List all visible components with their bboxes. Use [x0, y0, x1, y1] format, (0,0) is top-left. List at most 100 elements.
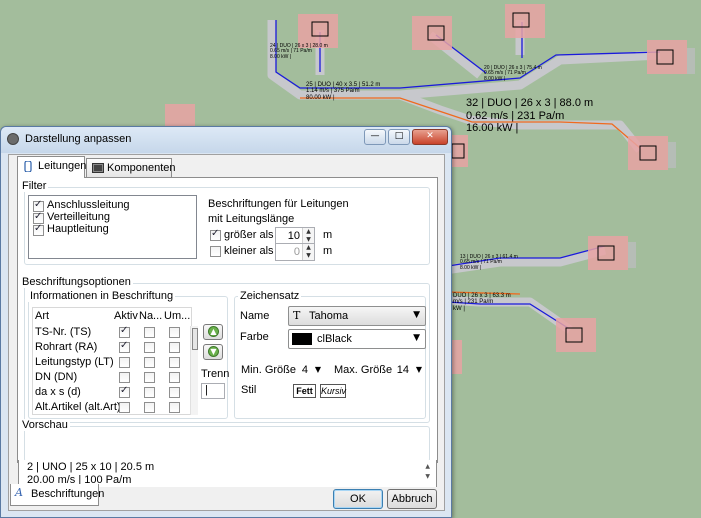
greater-than-checkbox[interactable]: [210, 228, 221, 241]
preview-line: 2 | UNO | 25 x 10 | 20.5 m: [27, 461, 155, 473]
maximize-button[interactable]: □: [388, 129, 410, 145]
font-name-select[interactable]: T Tahoma ▼: [288, 306, 426, 326]
table-row[interactable]: da x s (d): [33, 385, 188, 401]
row-art: Rohrart (RA): [35, 341, 98, 353]
chevron-down-icon: ▼: [413, 333, 420, 343]
list-scrollbar[interactable]: [190, 326, 198, 415]
scrollbar-thumb[interactable]: [192, 328, 198, 350]
preview-group: [24, 426, 430, 462]
smaller-than-value: 0: [293, 246, 300, 258]
filter-checkbox-hauptleitung[interactable]: [33, 223, 44, 236]
row-aktiv-checkbox[interactable]: [119, 402, 130, 413]
tab-beschriftungen[interactable]: A Beschriftungen: [10, 484, 104, 506]
row-aktiv-checkbox[interactable]: [119, 357, 130, 368]
row-um-checkbox[interactable]: [169, 327, 180, 338]
row-um-checkbox[interactable]: [169, 402, 180, 413]
smaller-than-unit: m: [323, 245, 333, 257]
color-swatch: [292, 333, 312, 345]
tab-label: Leitungen: [38, 160, 87, 172]
tab-label: Beschriftungen: [31, 488, 105, 500]
dialog-titlebar[interactable]: Darstellung anpassen — □ ✕: [1, 127, 451, 153]
filter-label: Hauptleitung: [47, 223, 109, 235]
app-icon: [7, 133, 19, 145]
row-na-checkbox[interactable]: [144, 372, 155, 383]
ok-button[interactable]: OK: [333, 489, 383, 509]
row-aktiv-checkbox[interactable]: [119, 325, 130, 338]
chevron-down-icon: ▼: [314, 365, 321, 374]
chevron-down-icon: ▼: [413, 310, 420, 320]
column-header-aktiv[interactable]: Aktiv: [114, 310, 138, 322]
row-aktiv-checkbox[interactable]: [119, 372, 130, 383]
greater-than-label: größer als: [224, 229, 274, 241]
dialog-client-area: Leitungen Komponenten Filter Anschlussle…: [8, 154, 445, 511]
row-um-checkbox[interactable]: [169, 387, 180, 398]
max-size-select[interactable]: 14 ▼: [389, 362, 425, 380]
font-name-value: Tahoma: [309, 310, 349, 322]
smaller-than-checkbox[interactable]: [210, 246, 221, 257]
pipe-label: 20 | DUO | 26 x 3 | 75.4 m 0.65 m/s | 71…: [484, 65, 542, 82]
move-up-button[interactable]: ▲: [203, 324, 223, 340]
row-um-checkbox[interactable]: [169, 357, 180, 368]
arrow-up-icon: ▲: [208, 326, 219, 337]
minimize-button[interactable]: —: [364, 129, 386, 145]
tab-page-leitungen: Filter Anschlussleitung Verteilleitung H…: [17, 177, 438, 463]
bold-button[interactable]: Fett: [293, 384, 316, 398]
row-aktiv-checkbox[interactable]: [119, 385, 130, 398]
preview-scroll-arrows-icon[interactable]: ▲ ▼: [425, 462, 430, 482]
pipe-label: 25 | DUO | 40 x 3.5 | 51.2 m 1.14 m/s | …: [306, 82, 381, 101]
row-um-checkbox[interactable]: [169, 372, 180, 383]
font-color-value: clBlack: [317, 333, 352, 345]
info-in-caption-title: Informationen in Beschriftung: [28, 290, 176, 302]
font-icon: T: [293, 309, 301, 322]
table-row[interactable]: TS-Nr. (TS): [33, 325, 188, 341]
row-art: TS-Nr. (TS): [35, 326, 92, 338]
row-art: Leitungstyp (LT): [35, 356, 114, 368]
row-art: Alt.Artikel (alt.Art): [35, 401, 121, 413]
column-header-na[interactable]: Na...: [139, 310, 162, 322]
pipe-icon: [24, 161, 32, 172]
column-header-um[interactable]: Um...: [164, 310, 190, 322]
min-size-select[interactable]: 4 ▼: [288, 362, 324, 380]
row-na-checkbox[interactable]: [144, 402, 155, 413]
cancel-button[interactable]: Abbruch: [387, 489, 437, 509]
filter-group-title: Filter: [20, 180, 49, 192]
max-size-label: Max. Größe: [334, 364, 393, 376]
font-color-label: Farbe: [240, 331, 269, 343]
separator-value: |: [205, 384, 208, 396]
font-name-label: Name: [240, 310, 270, 322]
filter-label: Anschlussleitung: [47, 199, 130, 211]
table-row[interactable]: Alt.Artikel (alt.Art): [33, 401, 188, 416]
spin-arrows-icon[interactable]: ▲ ▼: [302, 244, 314, 260]
smaller-than-label: kleiner als: [224, 245, 274, 257]
tab-label: Komponenten: [107, 162, 176, 174]
row-na-checkbox[interactable]: [144, 357, 155, 368]
row-na-checkbox[interactable]: [144, 387, 155, 398]
italic-button[interactable]: Kursiv: [320, 384, 346, 398]
tab-komponenten[interactable]: Komponenten: [86, 158, 176, 178]
caption-icon: A: [15, 486, 23, 499]
table-row[interactable]: Rohrart (RA): [33, 340, 188, 356]
spin-arrows-icon[interactable]: ▲ ▼: [302, 228, 314, 244]
filter-label: Verteilleitung: [47, 211, 110, 223]
tab-leitungen[interactable]: Leitungen: [17, 156, 87, 178]
table-row[interactable]: DN (DN): [33, 371, 188, 386]
pipe-type-filter-list[interactable]: Anschlussleitung Verteilleitung Hauptlei…: [28, 195, 197, 259]
preview-title: Vorschau: [20, 419, 70, 431]
table-row[interactable]: Leitungstyp (LT): [33, 356, 188, 371]
row-na-checkbox[interactable]: [144, 342, 155, 353]
caption-settings-title: Beschriftungen für Leitungen: [208, 198, 349, 210]
caption-info-list[interactable]: Art Aktiv Na... Um... TS-Nr. (TS) Rohrar…: [32, 307, 192, 415]
smaller-than-input[interactable]: 0 ▲ ▼: [275, 243, 315, 261]
font-color-select[interactable]: clBlack ▼: [288, 329, 426, 349]
pipe-label: 13 | DUO | 26 x 3 | 61.4 m 0.65 m/s | 71…: [460, 254, 518, 271]
greater-than-unit: m: [323, 229, 333, 241]
max-size-value: 14: [396, 364, 409, 376]
close-button[interactable]: ✕: [412, 129, 448, 145]
move-down-button[interactable]: ▼: [203, 344, 223, 360]
row-na-checkbox[interactable]: [144, 327, 155, 338]
column-header-art[interactable]: Art: [35, 310, 49, 322]
caption-settings-subtitle: mit Leitungslänge: [208, 213, 295, 225]
row-aktiv-checkbox[interactable]: [119, 340, 130, 353]
row-um-checkbox[interactable]: [169, 342, 180, 353]
separator-input[interactable]: |: [201, 383, 225, 399]
